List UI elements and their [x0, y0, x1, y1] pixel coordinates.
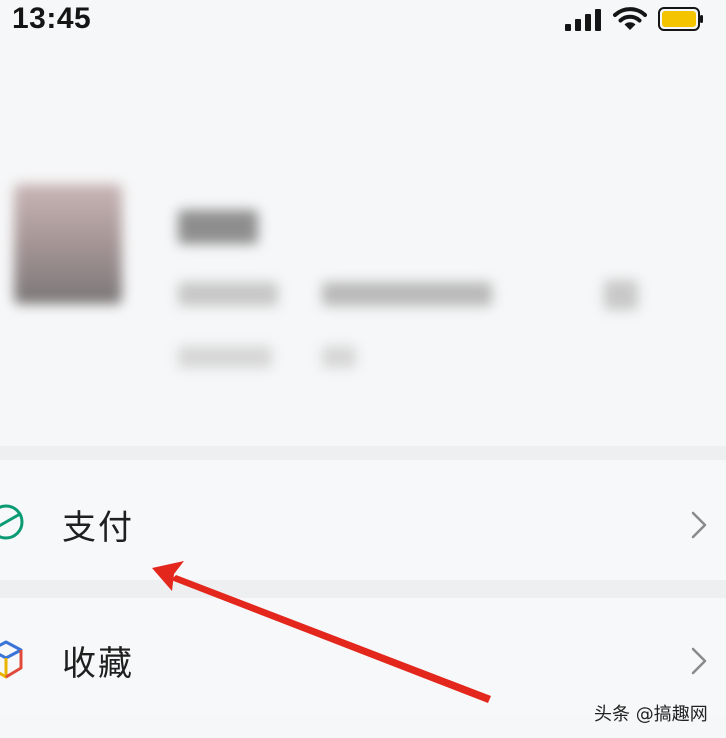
watermark: 头条 @搞趣网 — [594, 704, 708, 725]
annotation-arrow — [152, 561, 491, 703]
